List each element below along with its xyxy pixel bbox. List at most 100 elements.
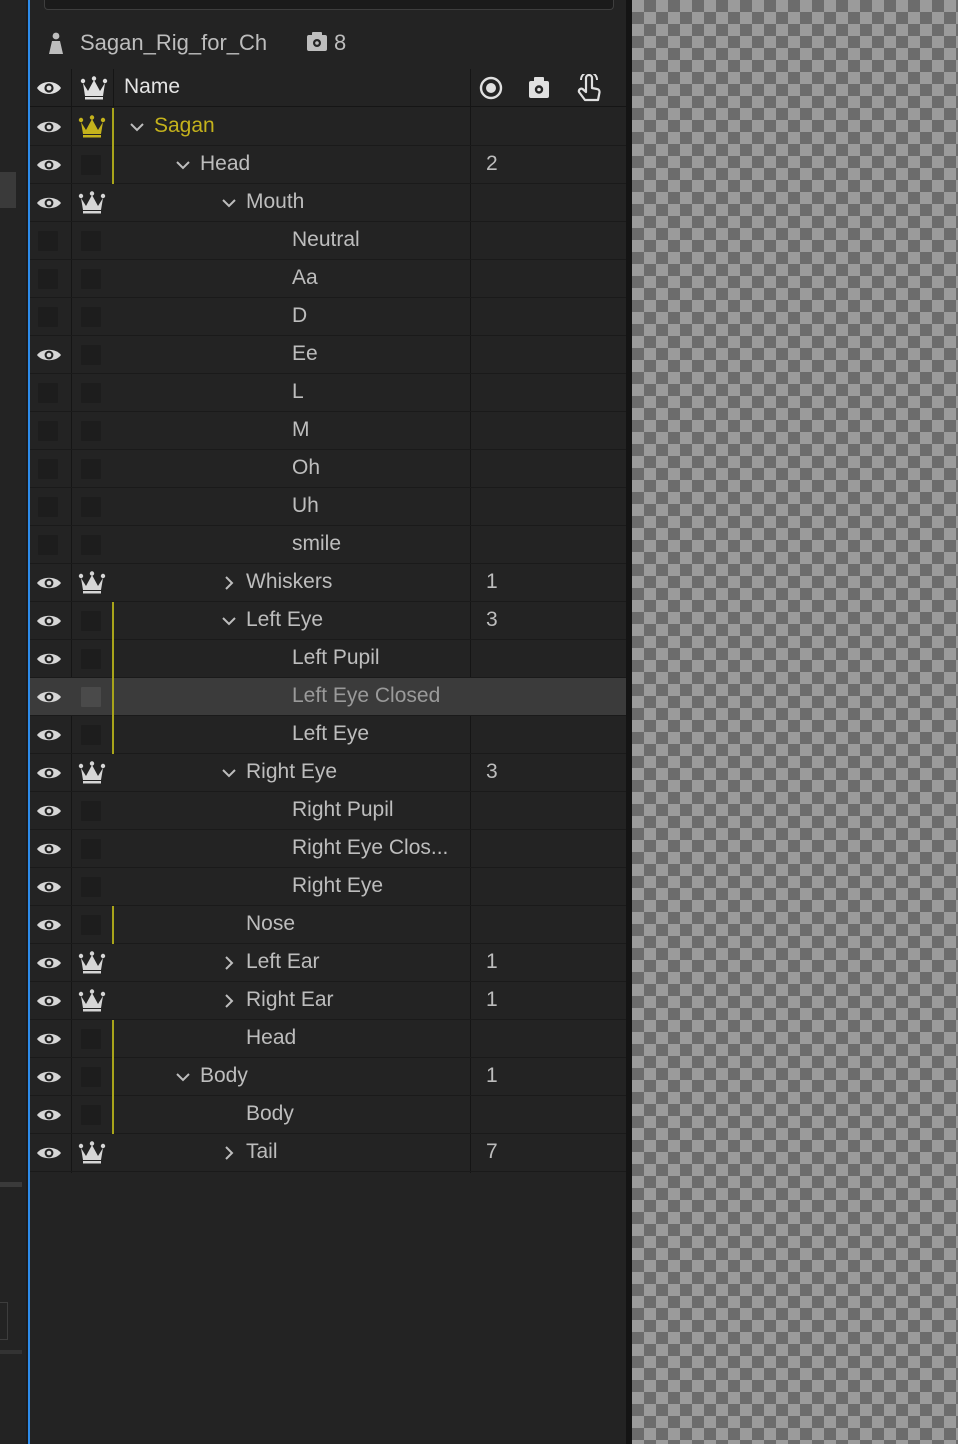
layer-row[interactable]: Mouth [30,184,626,222]
chevron-right-icon[interactable] [220,954,238,972]
visibility-toggle[interactable] [38,383,58,403]
left-panel-tab-2[interactable] [0,1302,8,1340]
layer-row[interactable]: Uh [30,488,626,526]
layer-row[interactable]: Body 1 [30,1058,626,1096]
independent-toggle[interactable] [81,611,101,631]
layer-row[interactable]: Head 2 [30,146,626,184]
visibility-eye-icon[interactable] [36,1029,62,1049]
layer-row[interactable]: Left Ear 1 [30,944,626,982]
visibility-toggle[interactable] [38,307,58,327]
layer-row[interactable]: Oh [30,450,626,488]
visibility-eye-icon[interactable] [36,1143,62,1163]
chevron-right-icon[interactable] [220,992,238,1010]
layer-row[interactable]: Nose [30,906,626,944]
layer-row[interactable]: Right Eye Clos... [30,830,626,868]
visibility-column-eye-icon[interactable] [36,76,62,100]
visibility-eye-icon[interactable] [36,1105,62,1125]
visibility-toggle[interactable] [38,497,58,517]
layer-row[interactable]: Whiskers 1 [30,564,626,602]
independent-toggle[interactable] [81,383,101,403]
layer-row[interactable]: Left Eye [30,716,626,754]
chevron-down-icon[interactable] [220,764,238,782]
chevron-down-icon[interactable] [174,1068,192,1086]
visibility-toggle[interactable] [38,535,58,555]
visibility-toggle[interactable] [38,459,58,479]
chevron-down-icon[interactable] [128,118,146,136]
independent-toggle[interactable] [81,345,101,365]
layer-row[interactable]: Head [30,1020,626,1058]
chevron-right-icon[interactable] [220,574,238,592]
visibility-eye-icon[interactable] [36,953,62,973]
layer-row[interactable]: Sagan [30,108,626,146]
visibility-eye-icon[interactable] [36,915,62,935]
layer-row[interactable]: Body [30,1096,626,1134]
visibility-eye-icon[interactable] [36,649,62,669]
handles-column-icon[interactable] [575,74,603,104]
visibility-eye-icon[interactable] [36,1067,62,1087]
layer-row[interactable]: Right Eye 3 [30,754,626,792]
layer-row[interactable]: M [30,412,626,450]
visibility-eye-icon[interactable] [36,687,62,707]
layer-row[interactable]: Ee [30,336,626,374]
independent-crown-icon[interactable] [78,761,106,785]
scene-canvas-transparency[interactable] [632,0,958,1444]
visibility-eye-icon[interactable] [36,345,62,365]
layer-row[interactable]: Neutral [30,222,626,260]
layer-row[interactable]: Left Pupil [30,640,626,678]
independent-toggle[interactable] [81,231,101,251]
independent-toggle[interactable] [81,459,101,479]
independent-toggle[interactable] [81,1105,101,1125]
visibility-toggle[interactable] [38,421,58,441]
chevron-right-icon[interactable] [220,1144,238,1162]
layer-row[interactable]: L [30,374,626,412]
layer-row[interactable]: D [30,298,626,336]
layer-row[interactable]: Tail 7 [30,1134,626,1172]
layer-row[interactable]: Right Pupil [30,792,626,830]
visibility-eye-icon[interactable] [36,193,62,213]
independent-crown-icon[interactable] [78,1141,106,1165]
independent-crown-icon[interactable] [78,191,106,215]
independent-toggle[interactable] [81,687,101,707]
visibility-eye-icon[interactable] [36,155,62,175]
visibility-eye-icon[interactable] [36,725,62,745]
independent-crown-icon[interactable] [78,951,106,975]
independent-toggle[interactable] [81,269,101,289]
independent-crown-icon[interactable] [78,989,106,1013]
chevron-down-icon[interactable] [174,156,192,174]
layer-row[interactable]: Right Eye [30,868,626,906]
independent-column-crown-icon[interactable] [80,76,108,100]
chevron-down-icon[interactable] [220,194,238,212]
visibility-eye-icon[interactable] [36,611,62,631]
search-field[interactable] [44,0,614,10]
visibility-eye-icon[interactable] [36,763,62,783]
visibility-toggle[interactable] [38,231,58,251]
chevron-down-icon[interactable] [220,612,238,630]
layer-row[interactable]: Left Eye 3 [30,602,626,640]
visibility-eye-icon[interactable] [36,991,62,1011]
visibility-eye-icon[interactable] [36,117,62,137]
visibility-toggle[interactable] [38,269,58,289]
independent-toggle[interactable] [81,725,101,745]
independent-toggle[interactable] [81,801,101,821]
independent-toggle[interactable] [81,307,101,327]
independent-toggle[interactable] [81,915,101,935]
visibility-eye-icon[interactable] [36,877,62,897]
layer-row[interactable]: Right Ear 1 [30,982,626,1020]
visibility-eye-icon[interactable] [36,573,62,593]
origin-column-icon[interactable] [479,76,503,100]
left-panel-tab[interactable] [0,172,16,208]
independent-toggle[interactable] [81,421,101,441]
layer-row[interactable]: Left Eye Closed [30,678,626,716]
independent-crown-icon[interactable] [78,571,106,595]
visibility-eye-icon[interactable] [36,839,62,859]
layer-row[interactable]: Aa [30,260,626,298]
behaviors-column-icon[interactable] [527,76,551,100]
name-column-header[interactable]: Name [124,75,180,99]
layer-row[interactable]: smile [30,526,626,564]
visibility-eye-icon[interactable] [36,801,62,821]
independent-toggle[interactable] [81,155,101,175]
independent-toggle[interactable] [81,1029,101,1049]
independent-toggle[interactable] [81,535,101,555]
independent-toggle[interactable] [81,649,101,669]
independent-toggle[interactable] [81,1067,101,1087]
